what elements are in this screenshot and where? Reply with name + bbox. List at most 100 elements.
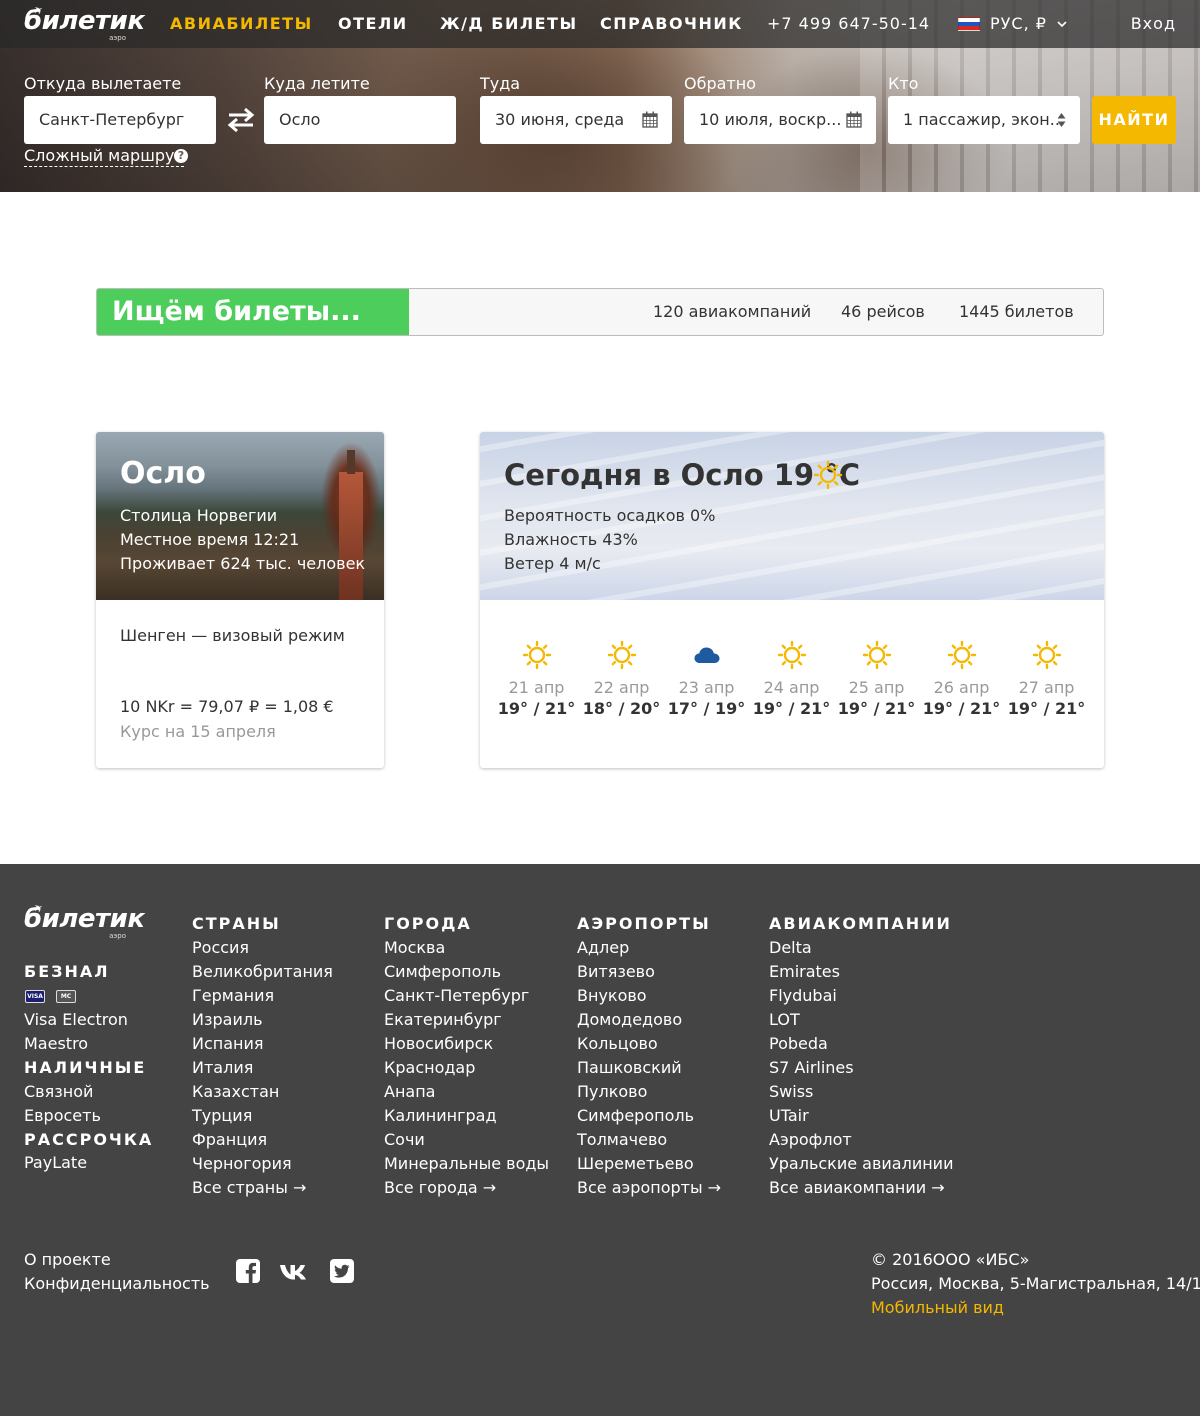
search-progress-bar: Ищём билеты... 120 авиакомпаний 46 рейсо… — [96, 288, 1104, 336]
footer-airlines-link[interactable]: LOT — [769, 1008, 800, 1032]
depart-date-input[interactable]: 30 июня, среда — [480, 96, 672, 144]
passengers-select[interactable]: 1 пассажир, экон... — [888, 96, 1080, 144]
language-currency-selector[interactable]: РУС, ₽ — [958, 0, 1067, 48]
phone-number[interactable]: +7 499 647-50-14 — [767, 0, 930, 48]
forecast-temperature: 18° / 20° — [582, 699, 661, 718]
twitter-icon[interactable] — [329, 1258, 355, 1284]
chevron-down-icon — [1057, 21, 1067, 28]
footer-cities-link[interactable]: Минеральные воды — [384, 1152, 549, 1176]
footer-countries-link[interactable]: Италия — [192, 1056, 253, 1080]
footer-airlines-link[interactable]: Pobeda — [769, 1032, 828, 1056]
forecast-date: 24 апр — [763, 678, 820, 697]
question-circle-icon[interactable]: ? — [174, 149, 188, 163]
login-link[interactable]: Вход — [1131, 0, 1176, 48]
sun-icon — [607, 640, 636, 670]
from-input[interactable]: Санкт-Петербург — [24, 96, 216, 144]
footer-cities-link[interactable]: Санкт-Петербург — [384, 984, 529, 1008]
swap-direction-icon[interactable] — [226, 106, 256, 134]
forecast-day: 27 апр 19° / 21° — [1004, 640, 1089, 720]
footer-countries-link[interactable]: Россия — [192, 936, 249, 960]
weather-card: Сегодня в Осло 19 °С Вероятность осадков… — [480, 432, 1104, 768]
footer-cities-link[interactable]: Все города → — [384, 1176, 496, 1200]
search-hero: ✈ билетик аэро АВИАБИЛЕТЫ ОТЕЛИ Ж/Д БИЛЕ… — [0, 0, 1200, 192]
forecast-date: 27 апр — [1018, 678, 1075, 697]
footer-airports-link[interactable]: Домодедово — [577, 1008, 682, 1032]
footer-airlines-link[interactable]: Swiss — [769, 1080, 813, 1104]
payment-euroset[interactable]: Евросеть — [24, 1104, 101, 1128]
progress-title: Ищём билеты... — [112, 296, 361, 327]
to-input[interactable]: Осло — [264, 96, 456, 144]
forecast-temperature: 19° / 21° — [1007, 699, 1086, 718]
logo[interactable]: ✈ билетик аэро — [24, 3, 145, 42]
footer-airports-link[interactable]: Адлер — [577, 936, 629, 960]
nav-flights[interactable]: АВИАБИЛЕТЫ — [170, 0, 313, 48]
humidity: Влажность 43% — [504, 530, 638, 549]
payment-maestro[interactable]: Maestro — [24, 1032, 88, 1056]
complex-route-link[interactable]: Сложный маршрут — [24, 146, 184, 167]
footer-airports-link[interactable]: Пулково — [577, 1080, 647, 1104]
forecast-temperature: 19° / 21° — [497, 699, 576, 718]
city-population: Проживает 624 тыс. человек — [120, 554, 366, 573]
footer-airlines-link[interactable]: UTair — [769, 1104, 809, 1128]
wind-speed: Ветер 4 м/с — [504, 554, 601, 573]
footer-cities-link[interactable]: Симферополь — [384, 960, 501, 984]
footer-cities-link[interactable]: Екатеринбург — [384, 1008, 502, 1032]
nav-reference[interactable]: СПРАВОЧНИК — [600, 0, 743, 48]
forecast-day: 24 апр 19° / 21° — [749, 640, 834, 720]
currency-rate: 10 NKr = 79,07 ₽ = 1,08 € — [120, 697, 334, 716]
footer-cities-link[interactable]: Сочи — [384, 1128, 425, 1152]
nav-train-tickets[interactable]: Ж/Д БИЛЕТЫ — [440, 0, 578, 48]
footer-cities-link[interactable]: Новосибирск — [384, 1032, 493, 1056]
city-local-time: Местное время 12:21 — [120, 530, 300, 549]
footer-airlines-link[interactable]: Все авиакомпании → — [769, 1176, 945, 1200]
footer-airports-link[interactable]: Внуково — [577, 984, 647, 1008]
footer-airports-link[interactable]: Шереметьево — [577, 1152, 694, 1176]
footer-countries-link[interactable]: Великобритания — [192, 960, 333, 984]
footer-airlines-link[interactable]: Flydubai — [769, 984, 837, 1008]
footer-cities-link[interactable]: Краснодар — [384, 1056, 475, 1080]
visa-regime: Шенген — визовый режим — [120, 626, 345, 645]
footer-airports-link[interactable]: Толмачево — [577, 1128, 667, 1152]
footer-countries-link[interactable]: Израиль — [192, 1008, 263, 1032]
footer-airports-link[interactable]: Витязево — [577, 960, 655, 984]
privacy-link[interactable]: Конфиденциальность — [24, 1272, 210, 1296]
forecast-date: 21 апр — [508, 678, 565, 697]
footer-airports-link[interactable]: Симферополь — [577, 1104, 694, 1128]
return-date-input[interactable]: 10 июля, воскр... — [684, 96, 876, 144]
footer-logo[interactable]: ✈ билетик аэро — [24, 901, 145, 940]
facebook-icon[interactable] — [235, 1258, 261, 1284]
payment-svyaznoy[interactable]: Связной — [24, 1080, 93, 1104]
footer-countries-link[interactable]: Все страны → — [192, 1176, 306, 1200]
footer-airlines-link[interactable]: Аэрофлот — [769, 1128, 852, 1152]
about-link[interactable]: О проекте — [24, 1248, 111, 1272]
footer-airlines-link[interactable]: Emirates — [769, 960, 840, 984]
payment-visa-electron[interactable]: Visa Electron — [24, 1008, 128, 1032]
footer-cities-link[interactable]: Москва — [384, 936, 445, 960]
footer-countries-link[interactable]: Германия — [192, 984, 274, 1008]
footer-airports-link[interactable]: Кольцово — [577, 1032, 658, 1056]
vk-icon[interactable] — [279, 1258, 311, 1284]
city-info-card: Осло Столица Норвегии Местное время 12:2… — [96, 432, 384, 768]
weather-today-title: Сегодня в Осло 19 °С — [504, 458, 860, 492]
footer-airlines-link[interactable]: Уральские авиалинии — [769, 1152, 953, 1176]
forecast-date: 22 апр — [593, 678, 650, 697]
airlines-count: 120 авиакомпаний — [653, 302, 812, 321]
footer-cities-link[interactable]: Калининград — [384, 1104, 497, 1128]
footer-cities-link[interactable]: Анапа — [384, 1080, 435, 1104]
forecast-day: 25 апр 19° / 21° — [834, 640, 919, 720]
footer-countries-link[interactable]: Турция — [192, 1104, 252, 1128]
footer-airports-link[interactable]: Пашковский — [577, 1056, 682, 1080]
footer-countries-link[interactable]: Казахстан — [192, 1080, 279, 1104]
mobile-version-link[interactable]: Мобильный вид — [871, 1296, 1004, 1320]
nav-hotels[interactable]: ОТЕЛИ — [338, 0, 408, 48]
select-arrows-icon — [1057, 113, 1066, 127]
footer-airlines-link[interactable]: S7 Airlines — [769, 1056, 854, 1080]
footer-airports-link[interactable]: Все аэропорты → — [577, 1176, 721, 1200]
payment-paylate[interactable]: PayLate — [24, 1151, 87, 1175]
cashless-title: БЕЗНАЛ — [24, 962, 110, 981]
find-button[interactable]: НАЙТИ — [1092, 96, 1176, 144]
footer-countries-link[interactable]: Испания — [192, 1032, 264, 1056]
footer-countries-link[interactable]: Франция — [192, 1128, 267, 1152]
footer-countries-link[interactable]: Черногория — [192, 1152, 292, 1176]
footer-airlines-link[interactable]: Delta — [769, 936, 812, 960]
